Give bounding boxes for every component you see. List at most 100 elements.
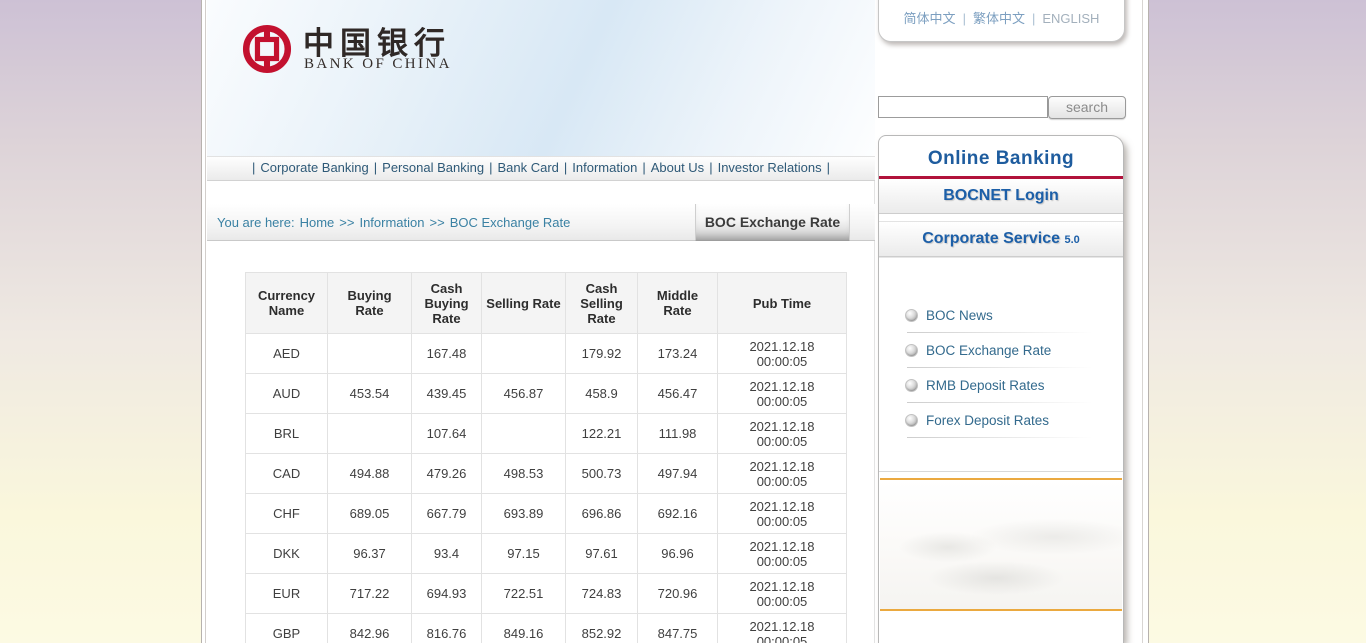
cell-cash-buying-rate: 694.93 xyxy=(412,574,482,614)
tab-boc-exchange-rate[interactable]: BOC Exchange Rate xyxy=(695,204,850,241)
column-header-pub-time: Pub Time xyxy=(718,273,847,334)
cell-cash-selling-rate: 179.92 xyxy=(566,334,638,374)
cell-currency: AUD xyxy=(246,374,328,414)
cell-selling-rate xyxy=(482,334,566,374)
cell-buying-rate: 689.05 xyxy=(328,494,412,534)
cell-buying-rate: 96.37 xyxy=(328,534,412,574)
language-link-item[interactable]: 繁体中文 xyxy=(973,11,1025,26)
nav-separator: | xyxy=(252,160,255,175)
column-header-currency-name: Currency Name xyxy=(246,273,328,334)
panel-hairline xyxy=(879,257,1123,258)
nav-separator: | xyxy=(374,160,377,175)
breadcrumb-link-home[interactable]: Home xyxy=(300,215,335,230)
table-row-cad: CAD494.88479.26498.53500.73497.942021.12… xyxy=(246,454,847,494)
bank-of-china-logo[interactable]: 中国银行 BANK OF CHINA xyxy=(241,20,621,92)
cell-buying-rate: 717.22 xyxy=(328,574,412,614)
column-header-middle-rate: Middle Rate xyxy=(638,273,718,334)
cell-buying-rate: 842.96 xyxy=(328,614,412,643)
pub-date: 2021.12.18 xyxy=(749,619,814,634)
pub-date: 2021.12.18 xyxy=(749,459,814,474)
cell-currency: BRL xyxy=(246,414,328,454)
nav-item-personal-banking[interactable]: Personal Banking xyxy=(382,160,484,175)
nav-item-about-us[interactable]: About Us xyxy=(651,160,704,175)
pub-date: 2021.12.18 xyxy=(749,419,814,434)
sidebar-item-forex-deposit-rates[interactable]: Forex Deposit Rates xyxy=(879,403,1123,438)
table-row-chf: CHF689.05667.79693.89696.86692.162021.12… xyxy=(246,494,847,534)
sidebar-item-label: Forex Deposit Rates xyxy=(926,413,1049,428)
cell-selling-rate: 97.15 xyxy=(482,534,566,574)
sidebar-item-rmb-deposit-rates[interactable]: RMB Deposit Rates xyxy=(879,368,1123,403)
nav-item-corporate-banking[interactable]: Corporate Banking xyxy=(260,160,368,175)
language-switcher: 简体中文|繁体中文|ENGLISH xyxy=(878,0,1125,42)
nav-separator: | xyxy=(564,160,567,175)
pub-time: 00:00:05 xyxy=(757,474,808,489)
cell-cash-buying-rate: 816.76 xyxy=(412,614,482,643)
cell-cash-buying-rate: 439.45 xyxy=(412,374,482,414)
nav-item-information[interactable]: Information xyxy=(572,160,637,175)
cell-middle-rate: 497.94 xyxy=(638,454,718,494)
cell-cash-buying-rate: 667.79 xyxy=(412,494,482,534)
table-header-row: Currency NameBuying RateCash Buying Rate… xyxy=(246,273,847,334)
search-input[interactable] xyxy=(878,96,1048,118)
cell-pub-time: 2021.12.1800:00:05 xyxy=(718,614,847,643)
right-border-line xyxy=(1142,0,1143,643)
table-row-dkk: DKK96.3793.497.1597.6196.962021.12.1800:… xyxy=(246,534,847,574)
pub-date: 2021.12.18 xyxy=(749,579,814,594)
table-row-eur: EUR717.22694.93722.51724.83720.962021.12… xyxy=(246,574,847,614)
cell-cash-selling-rate: 852.92 xyxy=(566,614,638,643)
cell-currency: DKK xyxy=(246,534,328,574)
language-link-item[interactable]: 简体中文 xyxy=(904,11,956,26)
cell-middle-rate: 111.98 xyxy=(638,414,718,454)
column-header-cash-selling-rate: Cash Selling Rate xyxy=(566,273,638,334)
cell-cash-buying-rate: 479.26 xyxy=(412,454,482,494)
bocnet-login-button[interactable]: BOCNET Login xyxy=(879,179,1123,214)
language-link-english[interactable]: ENGLISH xyxy=(1042,11,1099,26)
button-gap xyxy=(879,214,1123,222)
left-border-line xyxy=(205,0,206,643)
logo-english-text: BANK OF CHINA xyxy=(304,56,452,73)
main-navigation: | Corporate Banking | Personal Banking | Bank… xyxy=(207,156,875,181)
pub-date: 2021.12.18 xyxy=(749,339,814,354)
cell-currency: CHF xyxy=(246,494,328,534)
cell-pub-time: 2021.12.1800:00:05 xyxy=(718,534,847,574)
bullet-icon xyxy=(905,379,918,392)
cell-selling-rate: 849.16 xyxy=(482,614,566,643)
pub-time: 00:00:05 xyxy=(757,594,808,609)
nav-item-investor-relations[interactable]: Investor Relations xyxy=(718,160,822,175)
breadcrumb: You are here:Home>>Information>>BOC Exch… xyxy=(217,204,575,240)
column-header-buying-rate: Buying Rate xyxy=(328,273,412,334)
bullet-icon xyxy=(905,344,918,357)
promo-image[interactable] xyxy=(880,478,1122,611)
nav-separator: | xyxy=(489,160,492,175)
sidebar-item-boc-news[interactable]: BOC News xyxy=(879,298,1123,333)
table-row-gbp: GBP842.96816.76849.16852.92847.752021.12… xyxy=(246,614,847,643)
cell-selling-rate xyxy=(482,414,566,454)
corporate-service-button[interactable]: Corporate Service 5.0 xyxy=(879,222,1123,257)
online-banking-panel: Online Banking BOCNET Login Corporate Se… xyxy=(878,135,1124,643)
cell-middle-rate: 720.96 xyxy=(638,574,718,614)
table-row-aed: AED167.48179.92173.242021.12.1800:00:05 xyxy=(246,334,847,374)
pub-time: 00:00:05 xyxy=(757,354,808,369)
breadcrumb-link-information[interactable]: Information xyxy=(359,215,424,230)
pub-time: 00:00:05 xyxy=(757,394,808,409)
bullet-icon xyxy=(905,414,918,427)
cell-selling-rate: 498.53 xyxy=(482,454,566,494)
language-separator: | xyxy=(1032,11,1035,26)
cell-buying-rate xyxy=(328,414,412,454)
corporate-service-version: 5.0 xyxy=(1065,234,1080,246)
cell-cash-selling-rate: 500.73 xyxy=(566,454,638,494)
pub-time: 00:00:05 xyxy=(757,634,808,643)
sidebar-item-boc-exchange-rate[interactable]: BOC Exchange Rate xyxy=(879,333,1123,368)
search-button[interactable]: search xyxy=(1048,96,1126,119)
online-banking-title: Online Banking xyxy=(879,136,1123,176)
pub-time: 00:00:05 xyxy=(757,554,808,569)
nav-separator: | xyxy=(642,160,645,175)
cell-pub-time: 2021.12.1800:00:05 xyxy=(718,334,847,374)
cell-cash-selling-rate: 696.86 xyxy=(566,494,638,534)
cell-pub-time: 2021.12.1800:00:05 xyxy=(718,414,847,454)
nav-item-bank-card[interactable]: Bank Card xyxy=(497,160,558,175)
sidebar-item-label: BOC Exchange Rate xyxy=(926,343,1051,358)
cell-middle-rate: 847.75 xyxy=(638,614,718,643)
cell-middle-rate: 692.16 xyxy=(638,494,718,534)
bullet-icon xyxy=(905,309,918,322)
